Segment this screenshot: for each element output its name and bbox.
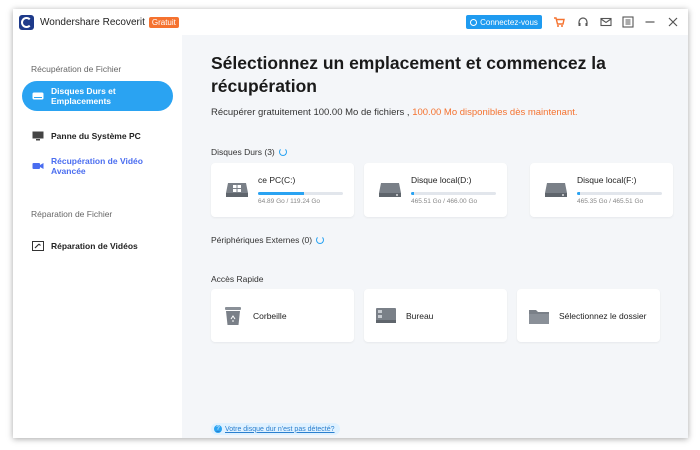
drive-usage-fill [258, 192, 305, 195]
quick-access-label: Accès Rapide [211, 274, 264, 284]
app-name: Wondershare Recoverit [40, 16, 145, 28]
windows-drive-icon [226, 183, 248, 197]
quick-card-label: Bureau [406, 310, 434, 321]
hard-drives-label-text: Disques Durs (3) [211, 147, 275, 157]
help-link-text: Votre disque dur n'est pas détecté? [225, 425, 335, 433]
app-window: Wondershare Recoverit Gratuit Connectez-… [13, 9, 688, 438]
sidebar-item-label: Réparation de Vidéos [51, 241, 138, 251]
sidebar-item-pc-crash[interactable]: Panne du Système PC [22, 129, 173, 143]
hard-drive-icon [545, 183, 567, 197]
refresh-icon[interactable] [316, 236, 325, 244]
main-panel: Sélectionnez un emplacement et commencez… [182, 35, 688, 438]
hard-drive-icon [32, 92, 44, 100]
question-icon: ? [214, 425, 222, 433]
monitor-icon [32, 131, 44, 141]
headset-icon[interactable] [575, 14, 591, 30]
video-repair-icon [32, 241, 44, 251]
drive-card-f[interactable]: Disque local(F:) 465.35 Go / 465.51 Go [530, 163, 673, 217]
quick-card-label: Corbeille [253, 310, 287, 321]
sidebar-item-label: Disques Durs et Emplacements [51, 86, 116, 106]
refresh-icon[interactable] [278, 148, 287, 156]
sidebar: Récupération de Fichier Disques Durs et … [13, 35, 182, 438]
mail-icon[interactable] [598, 14, 614, 30]
drive-usage-fill [411, 192, 414, 195]
free-quota-text: Récupérer gratuitement 100.00 Mo de fich… [211, 107, 578, 118]
drive-usage-bar [258, 192, 343, 195]
external-devices-label-text: Périphériques Externes (0) [211, 235, 313, 245]
external-devices-label: Périphériques Externes (0) [211, 235, 325, 245]
video-camera-icon [32, 163, 44, 169]
recycle-bin-icon [225, 306, 241, 325]
menu-icon[interactable] [620, 14, 636, 30]
connect-button[interactable]: Connectez-vous [466, 15, 542, 29]
drive-card-d[interactable]: Disque local(D:) 465.51 Go / 466.00 Go [364, 163, 507, 217]
drive-size: 465.51 Go / 466.00 Go [411, 198, 478, 205]
quota-text: Récupérer gratuitement 100.00 Mo de fich… [211, 107, 413, 118]
drive-size: 465.35 Go / 465.51 Go [577, 198, 644, 205]
quick-card-recycle-bin[interactable]: Corbeille [211, 289, 354, 342]
quick-card-select-folder[interactable]: Sélectionnez le dossier [517, 289, 660, 342]
quota-available-text: 100.00 Mo disponibles dès maintenant. [412, 107, 578, 118]
title-bar: Wondershare Recoverit Gratuit Connectez-… [13, 9, 688, 35]
drive-size: 64.89 Go / 119.24 Go [258, 198, 321, 205]
drive-usage-bar [411, 192, 496, 195]
hard-drives-label: Disques Durs (3) [211, 147, 287, 157]
free-badge: Gratuit [148, 16, 179, 28]
sidebar-item-hard-drives[interactable]: Disques Durs et Emplacements [22, 81, 173, 111]
drive-not-detected-link[interactable]: ? Votre disque dur n'est pas détecté? [211, 423, 340, 435]
page-title: Sélectionnez un emplacement et commencez… [211, 53, 606, 96]
minimize-icon[interactable] [642, 14, 658, 30]
connect-label: Connectez-vous [480, 17, 538, 27]
sidebar-item-label: Panne du Système PC [51, 131, 141, 141]
quick-card-label: Sélectionnez le dossier [559, 310, 647, 321]
drive-name: Disque local(D:) [411, 175, 472, 185]
user-icon [470, 18, 478, 26]
cart-icon[interactable] [551, 14, 567, 30]
drive-card-c[interactable]: ce PC(C:) 64.89 Go / 119.24 Go [211, 163, 354, 217]
sidebar-section-file-repair: Réparation de Fichier [31, 209, 113, 219]
hard-drive-icon [379, 183, 401, 197]
desktop-icon [376, 307, 396, 323]
drive-name: ce PC(C:) [258, 175, 296, 185]
sidebar-item-advanced-video[interactable]: Récupération de Vidéo Avancée [22, 155, 173, 177]
drive-usage-bar [577, 192, 662, 195]
sidebar-item-video-repair[interactable]: Réparation de Vidéos [22, 239, 173, 253]
sidebar-item-label: Récupération de Vidéo Avancée [51, 156, 143, 176]
quick-card-desktop[interactable]: Bureau [364, 289, 507, 342]
drive-usage-fill [577, 192, 580, 195]
folder-icon [529, 309, 549, 324]
close-icon[interactable] [665, 14, 681, 30]
app-logo-icon [19, 14, 34, 30]
drive-name: Disque local(F:) [577, 175, 637, 185]
sidebar-section-file-recovery: Récupération de Fichier [31, 64, 122, 74]
